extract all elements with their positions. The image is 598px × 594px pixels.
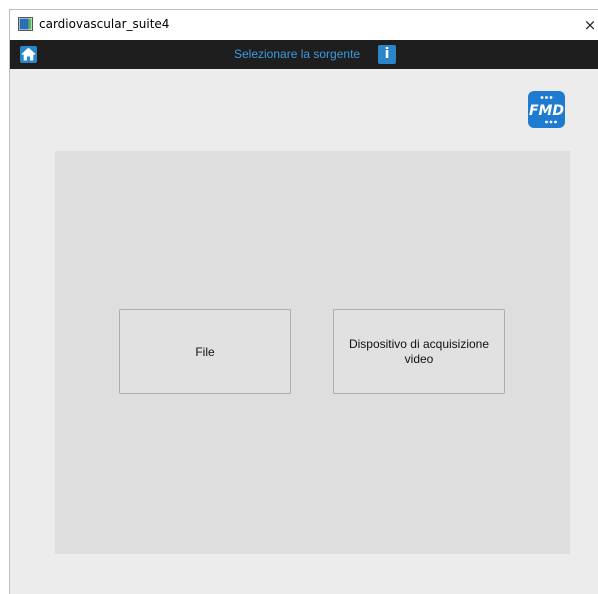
app-window: cardiovascular_suite4 × Selezionare la s… bbox=[9, 9, 598, 594]
fmd-logo-text: FMD bbox=[529, 103, 564, 119]
fmd-logo-graphic: FMD bbox=[529, 96, 564, 124]
page-title: Selezionare la sorgente bbox=[234, 47, 361, 61]
video-device-source-button[interactable]: Dispositivo di acquisizione video bbox=[333, 309, 505, 394]
close-button[interactable]: × bbox=[580, 14, 598, 36]
video-device-source-label: Dispositivo di acquisizione video bbox=[348, 336, 490, 366]
home-icon bbox=[21, 47, 36, 61]
window-title: cardiovascular_suite4 bbox=[39, 17, 170, 31]
info-button[interactable]: i bbox=[378, 45, 396, 64]
toolbar: Selezionare la sorgente i bbox=[10, 40, 598, 69]
app-icon bbox=[18, 17, 33, 31]
file-source-button[interactable]: File bbox=[119, 309, 291, 394]
source-selection-panel: File Dispositivo di acquisizione video bbox=[55, 151, 570, 554]
info-icon: i bbox=[384, 46, 390, 62]
fmd-logo: FMD bbox=[528, 91, 565, 128]
home-button[interactable] bbox=[20, 46, 37, 63]
file-source-label: File bbox=[195, 344, 215, 359]
title-bar: cardiovascular_suite4 × bbox=[10, 10, 598, 40]
